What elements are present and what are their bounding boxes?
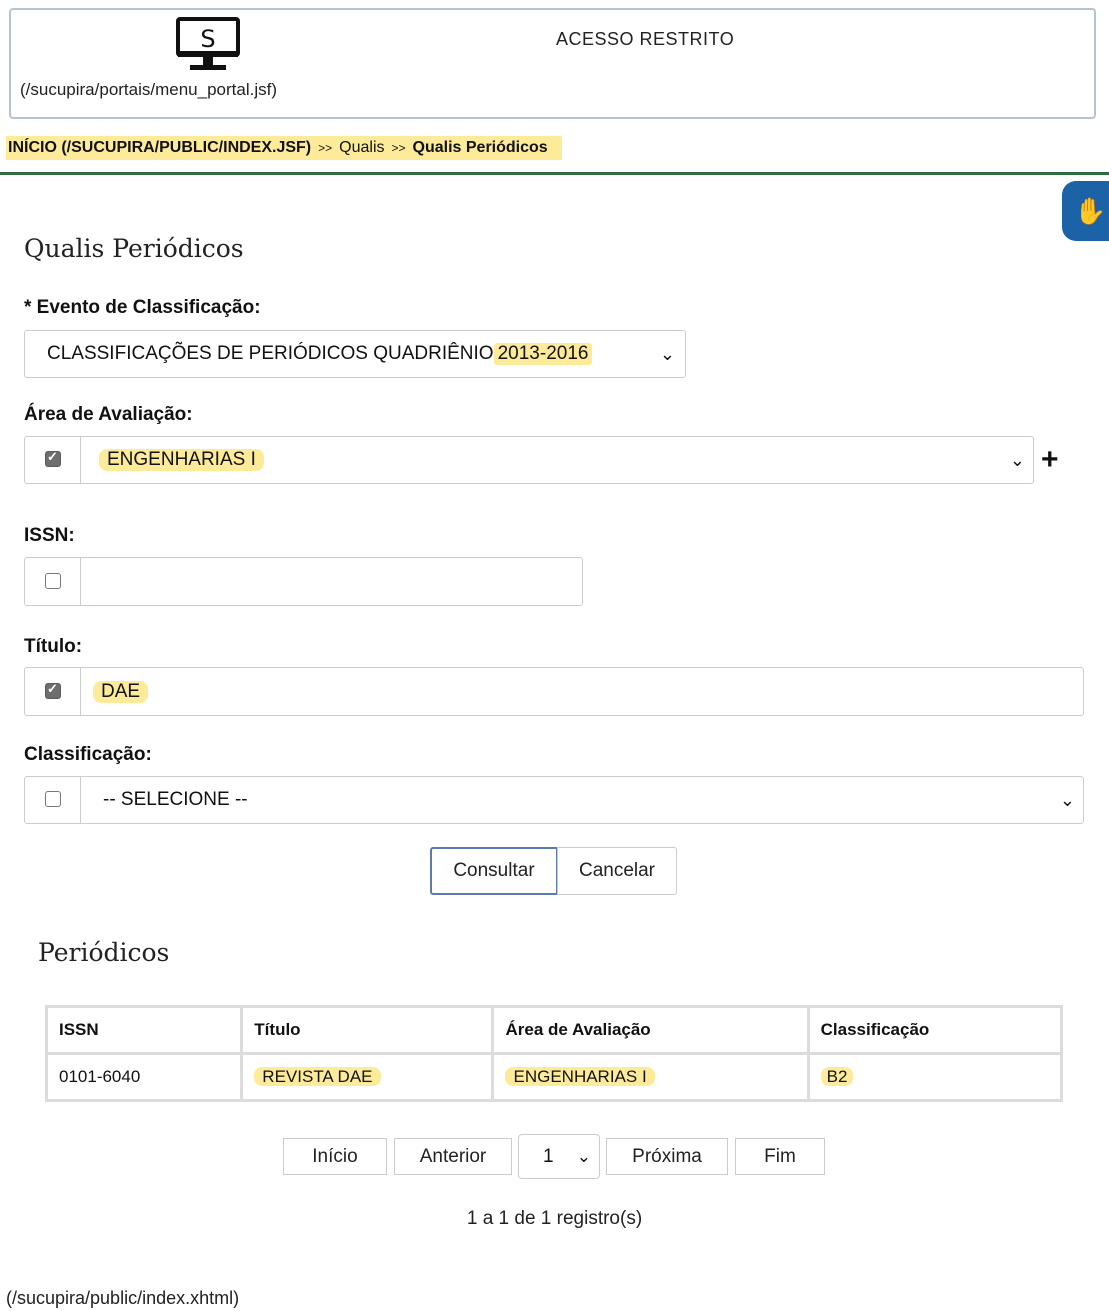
column-header-titulo: Título	[240, 1005, 495, 1055]
cell-issn: 0101-6040	[44, 1052, 244, 1102]
cancelar-button[interactable]: Cancelar	[557, 847, 677, 895]
pagination-last-button[interactable]: Fim	[735, 1138, 825, 1175]
add-area-button[interactable]: +	[1041, 444, 1059, 476]
breadcrumb-separator: >>	[391, 141, 406, 155]
area-value: ENGENHARIAS I	[99, 449, 264, 471]
cell-area-value: ENGENHARIAS I	[505, 1067, 655, 1086]
classificacao-checkbox-addon	[24, 776, 81, 824]
area-group: ENGENHARIAS I ⌄	[24, 436, 1034, 484]
chevron-down-icon: ⌄	[659, 343, 675, 364]
issn-checkbox-addon	[24, 557, 81, 606]
breadcrumb-separator: >>	[318, 141, 333, 155]
chevron-down-icon: ⌄	[576, 1146, 591, 1166]
titulo-value: DAE	[93, 680, 149, 703]
cell-classificacao: B2	[806, 1052, 1064, 1102]
cell-titulo-value: REVISTA DAE	[254, 1067, 381, 1086]
column-header-area: Área de Avaliação	[491, 1005, 810, 1055]
cell-area: ENGENHARIAS I	[491, 1052, 810, 1102]
pagination-next-button[interactable]: Próxima	[606, 1138, 728, 1175]
issn-group	[24, 557, 583, 606]
classificacao-select[interactable]: -- SELECIONE -- ⌄	[80, 776, 1084, 824]
portal-header	[9, 8, 1096, 119]
issn-checkbox[interactable]	[45, 572, 61, 589]
titulo-group: DAE	[24, 667, 1084, 716]
records-summary: 1 a 1 de 1 registro(s)	[466, 1208, 643, 1229]
cell-titulo: REVISTA DAE	[240, 1052, 495, 1102]
pagination-first-button[interactable]: Início	[283, 1138, 387, 1175]
table-header-row: ISSN Título Área de Avaliação Classifica…	[44, 1005, 1064, 1055]
restricted-access-link[interactable]: ACESSO RESTRITO	[556, 29, 734, 50]
evento-label: * Evento de Classificação:	[24, 297, 261, 318]
classificacao-label: Classificação:	[24, 744, 152, 765]
area-label: Área de Avaliação:	[24, 404, 193, 425]
consultar-button[interactable]: Consultar	[430, 847, 558, 895]
divider	[0, 172, 1109, 175]
evento-select[interactable]: CLASSIFICAÇÕES DE PERIÓDICOS QUADRIÊNIO …	[24, 330, 686, 378]
pagination-prev-button[interactable]: Anterior	[394, 1138, 512, 1175]
area-checkbox[interactable]	[45, 449, 61, 467]
table-row: 0101-6040 REVISTA DAE ENGENHARIAS I B2	[44, 1052, 1064, 1102]
area-select[interactable]: ENGENHARIAS I ⌄	[80, 436, 1034, 484]
area-checkbox-addon	[24, 436, 81, 484]
results-title: Periódicos	[38, 938, 170, 967]
evento-value-highlight: 2013-2016	[493, 343, 593, 365]
titulo-checkbox[interactable]	[45, 681, 61, 699]
breadcrumb-qualis[interactable]: Qualis	[339, 139, 384, 156]
evento-value-prefix: CLASSIFICAÇÕES DE PERIÓDICOS QUADRIÊNIO	[47, 343, 494, 364]
public-index-link[interactable]: (/sucupira/public/index.xhtml)	[6, 1288, 239, 1309]
column-header-classificacao: Classificação	[806, 1005, 1064, 1055]
breadcrumb-home-link[interactable]: INÍCIO (/SUCUPIRA/PUBLIC/INDEX.JSF)	[8, 139, 311, 156]
portal-menu-link[interactable]: (/sucupira/portais/menu_portal.jsf)	[20, 80, 277, 100]
logo-letter: S	[200, 25, 215, 53]
column-header-issn: ISSN	[44, 1005, 244, 1055]
titulo-input[interactable]: DAE	[80, 667, 1084, 716]
issn-label: ISSN:	[24, 525, 75, 546]
pagination-page-select[interactable]: 1 ⌄	[518, 1134, 600, 1179]
monitor-logo-icon[interactable]: S	[176, 17, 240, 73]
cell-classificacao-value: B2	[820, 1067, 854, 1086]
classificacao-value: -- SELECIONE --	[103, 789, 248, 810]
breadcrumb-current: Qualis Periódicos	[412, 139, 548, 156]
chevron-down-icon: ⌄	[1009, 449, 1025, 470]
issn-input[interactable]	[80, 557, 583, 606]
results-table: ISSN Título Área de Avaliação Classifica…	[44, 1005, 1064, 1102]
classificacao-group: -- SELECIONE -- ⌄	[24, 776, 1084, 824]
sign-language-hand-icon[interactable]: ✋	[1062, 181, 1109, 241]
titulo-checkbox-addon	[24, 667, 81, 716]
classificacao-checkbox[interactable]	[45, 791, 61, 807]
page-title: Qualis Periódicos	[24, 234, 244, 263]
titulo-label: Título:	[24, 636, 83, 657]
pagination-page-value: 1	[543, 1145, 554, 1167]
chevron-down-icon: ⌄	[1059, 789, 1075, 810]
breadcrumb: INÍCIO (/SUCUPIRA/PUBLIC/INDEX.JSF) >> Qua…	[6, 136, 562, 160]
